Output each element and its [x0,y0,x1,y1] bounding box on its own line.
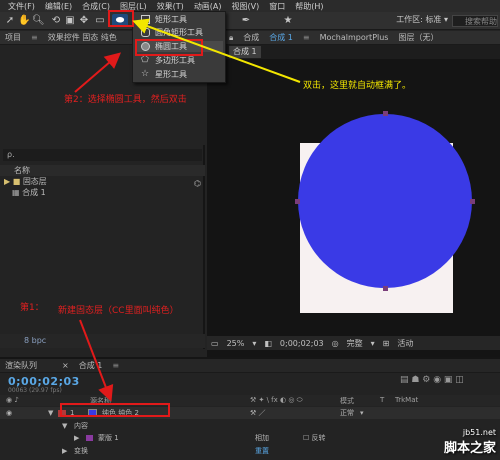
view-dropdown[interactable]: 活动 [393,338,417,349]
pen-tool-icon[interactable]: ✒ [240,14,252,27]
project-item-list: 名称 ▶ ■ 固态层 ▦ 合成 1 [0,165,205,349]
annotation-double-click: 双击，这里就自动框满了。 [303,81,412,91]
menu-edit[interactable]: 编辑(E) [40,1,77,12]
list-item[interactable]: ▶ ■ 固态层 [0,176,205,187]
timeline-tabs: 渲染队列 × 合成 1 ≡ [0,359,500,373]
layer-mode-dropdown[interactable]: 正常 [340,407,354,419]
mask-name[interactable]: 蒙版 1 [98,432,119,444]
ellipse-shape[interactable] [207,59,500,359]
menu-item-rectangle[interactable]: 矩形工具 [135,14,223,25]
transform-reset-link[interactable]: 重置 [255,445,269,457]
project-footer: 8 bpc [0,334,205,348]
menu-item-star[interactable]: ☆ 星形工具 [135,69,223,80]
composition-tabs: 🔒︎ 合成 合成 1 ≡ MochalmportPlus 图层（无） [207,31,500,45]
timecode-display[interactable]: 0;00;02;03 [276,339,328,348]
expand-arrow-icon[interactable]: ▼ [62,420,67,432]
puppet-tool-icon[interactable]: ★ [282,14,294,27]
selection-tool-icon[interactable]: ➚ [4,14,16,27]
bpc-label[interactable]: 8 bpc [24,336,46,345]
column-t: T [380,396,385,404]
polygon-icon: ⬠ [141,55,149,65]
contents-row[interactable]: ▼ 内容 [0,420,500,432]
column-header-name[interactable]: 名称 [0,165,205,176]
switches-icons: ⚒ ✦ \ fx ◐ ◎ ⬭ [250,396,303,404]
mask-row[interactable]: ▶ 蒙版 1 相加 ☐ 反转 [0,432,500,444]
tab-timeline-comp[interactable]: 合成 1 [74,360,108,371]
tab-layer[interactable]: 图层（无） [393,32,443,43]
folder-icon: ▶ ■ [4,177,21,186]
visibility-eye-icon[interactable]: ◉ [6,407,12,419]
column-mode[interactable]: 模式 [340,396,354,406]
rectangle-icon [141,15,150,24]
composition-icon: ▦ [12,188,20,197]
grid-icon[interactable]: ⊞ [379,339,394,348]
expand-arrow-icon[interactable]: ▶ [74,432,79,444]
transform-row[interactable]: ▶ 变换 重置 [0,445,500,457]
tools-panel: ➚ ✋ 🔍︎ ⟲ ▣ ✥ ▭ ⬬ ✒ ★ 工作区: 标准 ▾ 搜索帮助 [0,12,500,30]
timeline-fps: 00063 (29.97 fps) [8,387,62,394]
annotation-step2: 第2：选择椭圆工具，然后双击 [64,95,187,105]
expand-arrow-icon[interactable]: ▼ [48,407,53,419]
magnification-icon[interactable]: ▭ [207,339,223,348]
layer-name-highlight [60,403,170,417]
hand-tool-icon[interactable]: ✋ [18,14,30,27]
snapshot-icon[interactable]: ◧ [260,339,276,348]
mask-mode-dropdown[interactable]: 相加 [255,432,269,444]
watermark-site: 脚本之家 [443,441,496,456]
mask-invert-checkbox[interactable]: ☐ 反转 [303,432,326,444]
camera-tool-icon[interactable]: ▣ [64,14,76,27]
mask-color-swatch[interactable] [86,435,93,441]
menu-file[interactable]: 文件(F) [3,1,40,12]
menu-help[interactable]: 帮助(H) [290,1,328,12]
tab-effect-controls[interactable]: 效果控件 固态 纯色 [43,32,122,43]
zoom-tool-icon[interactable]: 🔍︎ [32,14,45,27]
menu-item-rounded-rectangle[interactable]: 圆角矩形工具 [135,27,223,38]
eye-column-icon: ◉ ♪ [6,396,19,404]
expand-arrow-icon[interactable]: ▶ [62,445,67,457]
star-icon: ☆ [141,69,150,79]
tab-comp-1[interactable]: 合成 1 [264,32,298,43]
tab-project[interactable]: 项目 [0,32,26,43]
tab-render-queue[interactable]: 渲染队列 [0,360,42,371]
help-search-input[interactable]: 搜索帮助 [452,15,498,27]
comp-breadcrumb[interactable]: 合成 1 [229,46,261,58]
rect-tool-icon[interactable]: ▭ [94,14,106,27]
menu-bar: 文件(F) 编辑(E) 合成(C) 图层(L) 效果(T) 动画(A) 视图(V… [0,0,500,12]
resolution-dropdown[interactable]: 完整 [343,338,367,349]
tab-mocha[interactable]: MochalmportPlus [315,33,394,42]
timeline-switch-icons[interactable]: ▤ ☗ ⚙ ◉ ▣ ◫ [400,375,495,391]
menu-effect[interactable]: 效果(T) [152,1,189,12]
column-trkmat[interactable]: TrkMat [395,396,418,404]
ellipse-menu-highlight [135,39,203,56]
comp-viewer[interactable] [207,59,500,359]
menu-window[interactable]: 窗口 [264,1,290,12]
zoom-dropdown[interactable]: 25% [223,339,249,348]
ellipse-tool-highlight [108,10,134,27]
camera-icon[interactable]: ◎ [328,339,343,348]
comp-footer: ▭ 25% ▾ ◧ 0;00;02;03 ◎ 完整 ▾ ⊞ 活动 [207,336,500,350]
watermark-url: jb51.net [462,428,496,437]
project-search-input[interactable]: ρ. [3,149,202,161]
rotate-tool-icon[interactable]: ⟲ [50,14,62,27]
close-icon[interactable]: × [42,361,74,370]
annotation-new-solid: 新建固态层（CC里面叫纯色） [58,306,179,316]
list-item[interactable]: ▦ 合成 1 [0,187,205,198]
contents-label: 内容 [74,422,88,430]
layer-switches-icon[interactable]: ⚒ ／ [250,407,266,419]
tab-composition[interactable]: 合成 [238,32,264,43]
pan-behind-tool-icon[interactable]: ✥ [78,14,90,27]
workspace-label[interactable]: 工作区: 标准 ▾ [396,14,448,25]
menu-animation[interactable]: 动画(A) [189,1,227,12]
menu-view[interactable]: 视图(V) [227,1,265,12]
annotation-step1: 第1： [20,303,44,313]
menu-item-polygon[interactable]: ⬠ 多边形工具 [135,55,223,66]
transform-label: 变换 [74,447,88,455]
flowchart-icon[interactable]: ⌬ [194,179,201,188]
rounded-rectangle-icon [141,28,150,37]
watermark: jb51.net 脚本之家 [444,428,496,456]
